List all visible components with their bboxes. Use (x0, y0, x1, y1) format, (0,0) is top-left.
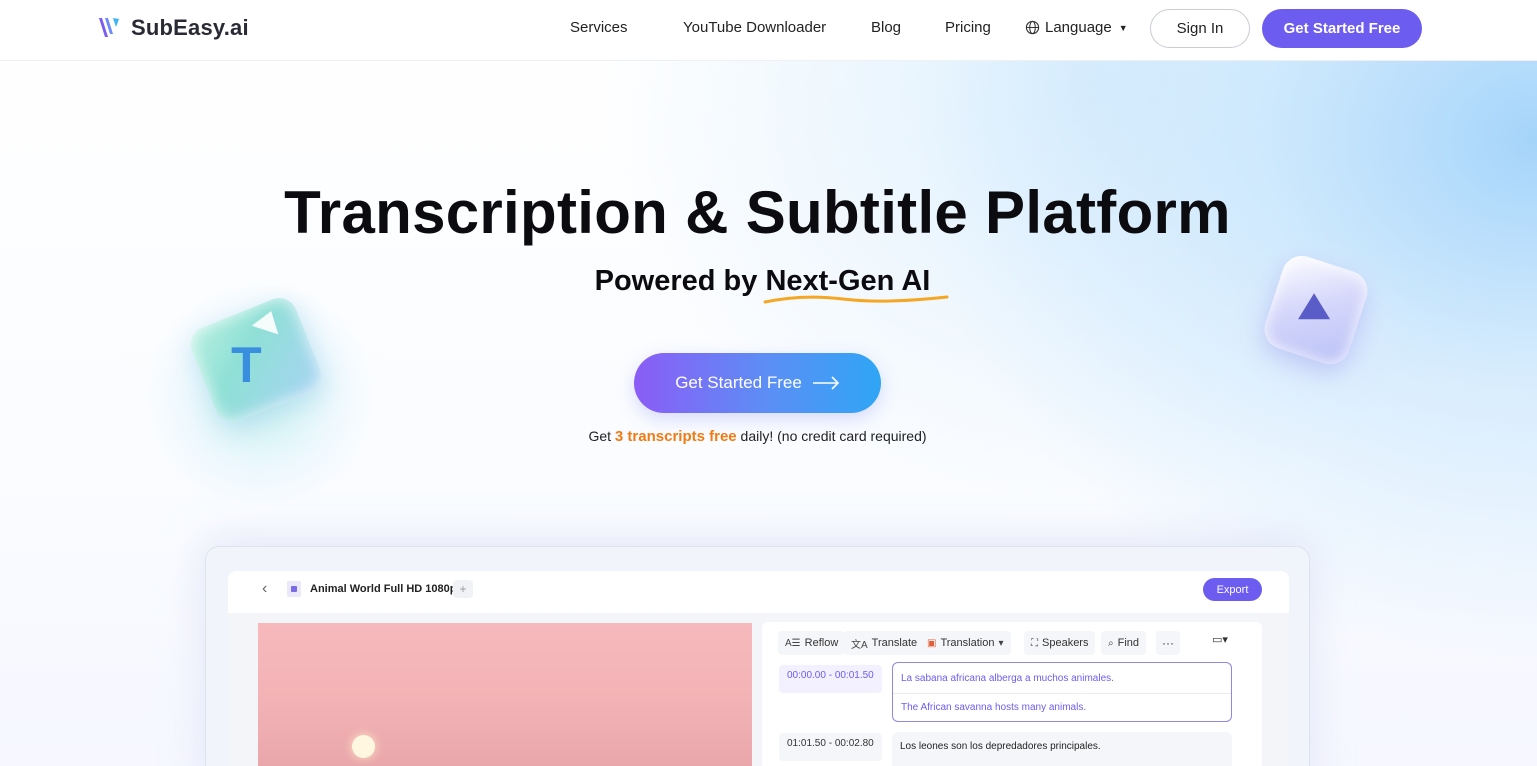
language-selector[interactable]: Language ▼ (1025, 19, 1128, 36)
video-preview[interactable] (258, 623, 752, 766)
subtitle-view-icon[interactable]: ▭▾ (1212, 633, 1228, 646)
speakers-label: Speakers (1042, 637, 1089, 649)
segment-time[interactable]: 00:00.00 - 00:01.50 (779, 665, 882, 693)
hero-get-started-button[interactable]: Get Started Free (634, 353, 881, 413)
file-icon (287, 581, 301, 597)
hero-subtitle: Powered by Next-Gen AI (0, 265, 1525, 304)
search-icon: ⌕ (1108, 637, 1114, 649)
translation-dropdown[interactable]: ▣ Translation ▾ (920, 631, 1011, 655)
segment-text: La sabana africana alberga a muchos anim… (901, 673, 1114, 684)
sun-image (352, 735, 375, 758)
reflow-label: Reflow (804, 637, 839, 649)
sign-in-button[interactable]: Sign In (1150, 9, 1250, 48)
segment-time[interactable]: 01:01.50 - 00:02.80 (779, 733, 882, 761)
underline-squiggle-icon (763, 295, 949, 304)
free-offer-note: Get 3 transcripts free daily! (no credit… (0, 428, 1515, 445)
file-name: Animal World Full HD 1080p (310, 583, 457, 595)
reflow-button[interactable]: A☰ Reflow (778, 631, 846, 655)
hero-title: Transcription & Subtitle Platform (284, 179, 1231, 246)
nav-youtube-downloader[interactable]: YouTube Downloader (683, 19, 826, 36)
brand-logo[interactable]: SubEasy.ai (97, 15, 249, 41)
segment-divider (893, 693, 1231, 694)
nav-pricing[interactable]: Pricing (945, 19, 991, 36)
note-suffix: daily! (no credit card required) (736, 428, 927, 444)
globe-icon (1025, 20, 1040, 35)
translate-icon: 文A (851, 639, 868, 651)
more-button[interactable]: ··· (1156, 631, 1180, 655)
hero-subtitle-prefix: Powered by (594, 265, 766, 297)
segment-card-active[interactable]: La sabana africana alberga a muchos anim… (892, 662, 1232, 722)
speakers-icon: ⛶ (1031, 637, 1038, 649)
translate-label: Translate (871, 637, 918, 649)
hero-cta-label: Get Started Free (675, 373, 802, 392)
add-tab-button[interactable]: + (453, 580, 473, 598)
segment-translation: The African savanna hosts many animals. (901, 702, 1087, 713)
caret-down-icon: ▼ (1118, 22, 1128, 33)
cube-letter: T (231, 336, 262, 393)
reflow-icon: A☰ (785, 637, 801, 649)
segment-card[interactable]: Los leones son los depredadores principa… (892, 732, 1232, 766)
ai-icon: ▣ (927, 637, 937, 649)
segment-text: Los leones son los depredadores principa… (900, 741, 1101, 752)
cube-corner-shape (251, 306, 285, 335)
translation-label: Translation (940, 637, 995, 649)
subeasy-logo-icon (99, 18, 119, 37)
brand-name: SubEasy.ai (131, 15, 249, 40)
hero-subtitle-highlight: Next-Gen AI (763, 265, 949, 304)
note-accent: 3 transcripts free (614, 428, 737, 445)
note-prefix: Get (588, 428, 615, 444)
nav-blog[interactable]: Blog (871, 19, 901, 36)
back-chevron-icon[interactable]: ‹ (262, 580, 267, 598)
language-label: Language (1045, 19, 1112, 36)
translate-button[interactable]: 文A Translate (844, 631, 925, 655)
speakers-button[interactable]: ⛶ Speakers (1024, 631, 1096, 655)
arrow-right-icon (812, 376, 839, 390)
top-navbar: SubEasy.ai Services YouTube Downloader B… (0, 0, 1537, 61)
nav-services[interactable]: Services (570, 19, 628, 36)
export-button[interactable]: Export (1203, 578, 1262, 601)
nav-get-started-button[interactable]: Get Started Free (1262, 9, 1422, 48)
find-label: Find (1117, 637, 1140, 649)
caret-down-icon: ▾ (998, 637, 1004, 649)
find-button[interactable]: ⌕ Find (1101, 631, 1147, 655)
